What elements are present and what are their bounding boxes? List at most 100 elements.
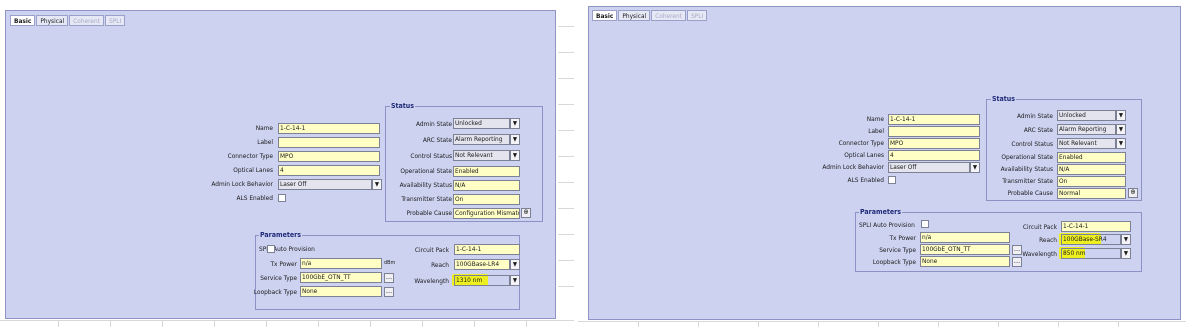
ellipsis-icon[interactable]: … [384, 287, 394, 297]
chevron-down-icon[interactable]: ▼ [510, 275, 520, 286]
circuit-pack-field[interactable]: 1-C-14-1 [454, 244, 520, 255]
spli-auto-provision-checkbox[interactable] [921, 220, 929, 228]
loopback-type-label: Loopback Type [872, 258, 916, 266]
left-parameters-group: Parameters SPLI Auto Provision Tx Power … [253, 231, 520, 310]
connector-type-field[interactable]: MPO [888, 138, 980, 149]
admin-lock-behavior-select[interactable]: Laser Off [278, 179, 372, 190]
left-status-group: Status Admin State Unlocked ▼ ARC State … [385, 102, 543, 222]
chevron-down-icon[interactable]: ▼ [1121, 248, 1131, 259]
right-tab-bar: Basic Physical Coherent SPLI [592, 10, 708, 21]
loopback-type-field[interactable]: None [300, 286, 382, 297]
wavelength-select[interactable]: 1310 nm [454, 275, 510, 286]
control-status-select[interactable]: Not Relevant [453, 150, 510, 161]
service-type-label: Service Type [879, 246, 916, 254]
right-status-group: Status Admin State Unlocked ▼ ARC State … [986, 95, 1142, 201]
label-field[interactable] [888, 126, 980, 137]
availability-status-field[interactable]: N/A [453, 180, 520, 191]
optical-lanes-field[interactable]: 4 [888, 150, 980, 161]
operational-state-label: Operational State [1001, 153, 1053, 161]
name-field[interactable]: 1-C-14-1 [278, 123, 380, 134]
control-status-select[interactable]: Not Relevant [1057, 138, 1116, 149]
tab-basic[interactable]: Basic [10, 15, 36, 26]
chevron-down-icon[interactable]: ▼ [1116, 124, 1126, 135]
chevron-down-icon[interactable]: ▼ [1116, 110, 1126, 121]
tx-power-unit: dBm [384, 260, 396, 266]
circuit-pack-field[interactable]: 1-C-14-1 [1061, 221, 1131, 232]
target-icon[interactable]: ⊕ [1128, 188, 1138, 198]
probable-cause-label: Probable Cause [406, 209, 452, 217]
tab-spli[interactable]: SPLI [104, 15, 126, 26]
tab-coherent[interactable]: Coherent [651, 10, 686, 21]
label-label: Label [257, 138, 273, 146]
chevron-down-icon[interactable]: ▼ [1121, 234, 1131, 245]
reach-select[interactable]: 100GBase-SR4 [1061, 234, 1121, 245]
admin-state-label: Admin State [416, 120, 452, 128]
name-label: Name [866, 115, 884, 123]
connector-type-field[interactable]: MPO [278, 151, 380, 162]
chevron-down-icon[interactable]: ▼ [510, 134, 520, 145]
service-type-field[interactable]: 100GbE_OTN_TT [300, 272, 382, 283]
control-status-label: Control Status [410, 152, 452, 160]
left-tab-bar: Basic Physical Coherent SPLI [10, 15, 126, 26]
availability-status-label: Availability Status [1000, 165, 1053, 173]
admin-state-select[interactable]: Unlocked [453, 118, 510, 129]
als-enabled-checkbox[interactable] [278, 194, 286, 202]
tab-physical[interactable]: Physical [618, 10, 651, 21]
ellipsis-icon[interactable]: … [1012, 257, 1022, 267]
chevron-down-icon[interactable]: ▼ [510, 150, 520, 161]
wavelength-label: Wavelength [414, 277, 449, 285]
transmitter-state-field[interactable]: On [453, 194, 520, 205]
operational-state-field[interactable]: Enabled [1057, 152, 1126, 163]
right-parameters-group: Parameters SPLI Auto Provision Tx Power … [855, 208, 1142, 272]
arc-state-select[interactable]: Alarm Reporting [1057, 124, 1116, 135]
target-icon[interactable]: ⊕ [521, 208, 531, 218]
transmitter-state-field[interactable]: On [1057, 176, 1126, 187]
tx-power-field[interactable]: n/a [920, 232, 1010, 243]
connector-type-label: Connector Type [838, 139, 884, 147]
probable-cause-field[interactable]: Normal [1057, 188, 1126, 199]
tab-physical[interactable]: Physical [36, 15, 69, 26]
chevron-down-icon[interactable]: ▼ [372, 179, 382, 190]
transmitter-state-label: Transmitter State [1002, 177, 1053, 185]
operational-state-field[interactable]: Enabled [453, 166, 520, 177]
label-field[interactable] [278, 137, 380, 148]
availability-status-field[interactable]: N/A [1057, 164, 1126, 175]
chevron-down-icon[interactable]: ▼ [510, 259, 520, 270]
probable-cause-field[interactable]: Configuration Mismatch [453, 208, 520, 219]
ellipsis-icon[interactable]: … [1012, 245, 1022, 255]
spli-auto-provision-label: SPLI Auto Provision [859, 221, 915, 229]
tab-coherent[interactable]: Coherent [69, 15, 104, 26]
parameters-group-title: Parameters [859, 208, 903, 216]
als-enabled-checkbox[interactable] [888, 176, 896, 184]
chevron-down-icon[interactable]: ▼ [970, 162, 980, 173]
admin-state-select[interactable]: Unlocked [1057, 110, 1116, 121]
tx-power-field[interactable]: n/a [300, 258, 382, 269]
admin-lock-behavior-select[interactable]: Laser Off [888, 162, 970, 173]
als-enabled-label: ALS Enabled [847, 176, 884, 184]
name-label: Name [255, 124, 273, 132]
optical-lanes-field[interactable]: 4 [278, 165, 380, 176]
tab-basic[interactable]: Basic [592, 10, 618, 21]
label-label: Label [868, 127, 884, 135]
service-type-label: Service Type [260, 274, 297, 282]
right-properties-panel: Basic Physical Coherent SPLI Name 1-C-14… [588, 6, 1181, 320]
left-properties-panel: Basic Physical Coherent SPLI Name 1-C-14… [5, 10, 556, 319]
parameters-group-title: Parameters [259, 231, 303, 239]
spli-auto-provision-checkbox[interactable] [267, 245, 275, 253]
ellipsis-icon[interactable]: … [384, 273, 394, 283]
chevron-down-icon[interactable]: ▼ [510, 118, 520, 129]
arc-state-select[interactable]: Alarm Reporting [453, 134, 510, 145]
chevron-down-icon[interactable]: ▼ [1116, 138, 1126, 149]
wavelength-select[interactable]: 850 nm [1061, 248, 1121, 259]
transmitter-state-label: Transmitter State [401, 195, 452, 203]
optical-lanes-label: Optical Lanes [844, 151, 884, 159]
reach-label: Reach [1039, 236, 1057, 244]
name-field[interactable]: 1-C-14-1 [888, 114, 980, 125]
tab-spli[interactable]: SPLI [686, 10, 708, 21]
service-type-field[interactable]: 100GbE_OTN_TT [920, 244, 1010, 255]
reach-select[interactable]: 100GBase-LR4 [454, 259, 510, 270]
loopback-type-label: Loopback Type [253, 288, 297, 296]
circuit-pack-label: Circuit Pack [414, 246, 449, 254]
loopback-type-field[interactable]: None [920, 256, 1010, 267]
tx-power-label: Tx Power [889, 234, 916, 242]
